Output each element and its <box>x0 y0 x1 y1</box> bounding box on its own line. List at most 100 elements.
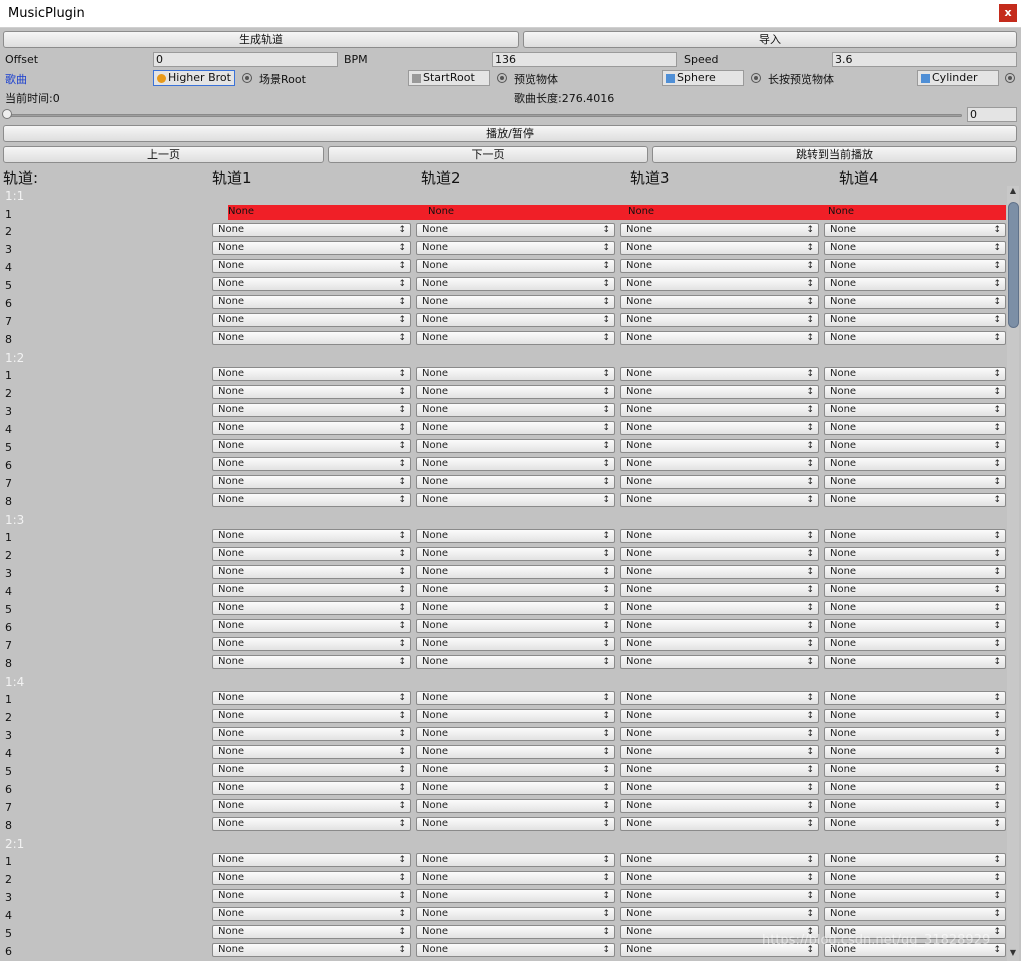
time-slider[interactable] <box>8 114 962 117</box>
track-3-dropdown[interactable]: None <box>620 853 819 867</box>
track-3-dropdown[interactable]: None <box>620 367 819 381</box>
track-4-dropdown[interactable]: None <box>824 547 1006 561</box>
track-4-dropdown[interactable]: None <box>824 277 1006 291</box>
track-4-dropdown[interactable]: None <box>824 889 1006 903</box>
track-2-dropdown[interactable]: None <box>416 367 615 381</box>
track-4-dropdown[interactable]: None <box>824 493 1006 507</box>
track-4-dropdown[interactable]: None <box>824 439 1006 453</box>
track-4-dropdown[interactable]: None <box>824 385 1006 399</box>
bpm-field[interactable]: 136 <box>492 52 677 67</box>
track-3-dropdown[interactable]: None <box>620 223 819 237</box>
track-2-dropdown[interactable]: None <box>416 925 615 939</box>
track-1-dropdown[interactable]: None <box>212 709 411 723</box>
track-2-dropdown[interactable]: None <box>416 637 615 651</box>
track-2-dropdown[interactable]: None <box>416 475 615 489</box>
track-2-dropdown[interactable]: None <box>416 385 615 399</box>
track-4-dropdown[interactable]: None <box>824 799 1006 813</box>
track-1-dropdown[interactable]: None <box>212 745 411 759</box>
track-4-dropdown[interactable]: None <box>824 583 1006 597</box>
track-2-dropdown[interactable]: None <box>416 817 615 831</box>
track-2-dropdown[interactable]: None <box>416 871 615 885</box>
track-3-dropdown[interactable]: None <box>620 781 819 795</box>
track-3-dropdown[interactable]: None <box>620 655 819 669</box>
track-2-dropdown[interactable]: None <box>416 259 615 273</box>
track-2-dropdown[interactable]: None <box>416 619 615 633</box>
track-2-dropdown[interactable]: None <box>416 295 615 309</box>
track-1-dropdown[interactable]: None <box>212 889 411 903</box>
import-button[interactable]: 导入 <box>523 31 1017 48</box>
track-1-dropdown[interactable]: None <box>212 457 411 471</box>
scrollbar-thumb[interactable] <box>1008 202 1019 328</box>
track-2-dropdown[interactable]: None <box>416 547 615 561</box>
track-4-dropdown[interactable]: None <box>824 853 1006 867</box>
track-4-dropdown[interactable]: None <box>824 781 1006 795</box>
track-1-dropdown[interactable]: None <box>212 295 411 309</box>
highlighted-cell-2[interactable]: None <box>428 206 454 217</box>
track-3-dropdown[interactable]: None <box>620 619 819 633</box>
track-4-dropdown[interactable]: None <box>824 421 1006 435</box>
track-1-dropdown[interactable]: None <box>212 943 411 957</box>
highlighted-row[interactable]: None None None None <box>228 205 1006 220</box>
long-preview-field[interactable]: Cylinder <box>917 70 999 86</box>
jump-to-playing-button[interactable]: 跳转到当前播放 <box>652 146 1017 163</box>
track-3-dropdown[interactable]: None <box>620 889 819 903</box>
track-3-dropdown[interactable]: None <box>620 385 819 399</box>
track-2-dropdown[interactable]: None <box>416 439 615 453</box>
track-4-dropdown[interactable]: None <box>824 367 1006 381</box>
track-2-dropdown[interactable]: None <box>416 403 615 417</box>
scroll-up-icon[interactable]: ▲ <box>1007 186 1019 198</box>
track-3-dropdown[interactable]: None <box>620 691 819 705</box>
track-1-dropdown[interactable]: None <box>212 277 411 291</box>
preview-object-picker-icon[interactable] <box>751 73 761 83</box>
track-4-dropdown[interactable]: None <box>824 709 1006 723</box>
track-1-dropdown[interactable]: None <box>212 421 411 435</box>
track-3-dropdown[interactable]: None <box>620 799 819 813</box>
track-1-dropdown[interactable]: None <box>212 313 411 327</box>
track-3-dropdown[interactable]: None <box>620 313 819 327</box>
generate-tracks-button[interactable]: 生成轨道 <box>3 31 519 48</box>
track-3-dropdown[interactable]: None <box>620 295 819 309</box>
track-1-dropdown[interactable]: None <box>212 601 411 615</box>
track-3-dropdown[interactable]: None <box>620 727 819 741</box>
track-1-dropdown[interactable]: None <box>212 799 411 813</box>
track-3-dropdown[interactable]: None <box>620 457 819 471</box>
highlighted-cell-1[interactable]: None <box>228 206 254 217</box>
scene-root-picker-icon[interactable] <box>497 73 507 83</box>
track-4-dropdown[interactable]: None <box>824 331 1006 345</box>
track-2-dropdown[interactable]: None <box>416 331 615 345</box>
song-object-picker-icon[interactable] <box>242 73 252 83</box>
track-2-dropdown[interactable]: None <box>416 799 615 813</box>
track-2-dropdown[interactable]: None <box>416 313 615 327</box>
track-3-dropdown[interactable]: None <box>620 871 819 885</box>
track-2-dropdown[interactable]: None <box>416 601 615 615</box>
track-4-dropdown[interactable]: None <box>824 295 1006 309</box>
track-3-dropdown[interactable]: None <box>620 403 819 417</box>
track-2-dropdown[interactable]: None <box>416 907 615 921</box>
track-2-dropdown[interactable]: None <box>416 943 615 957</box>
track-4-dropdown[interactable]: None <box>824 565 1006 579</box>
next-page-button[interactable]: 下一页 <box>328 146 648 163</box>
track-4-dropdown[interactable]: None <box>824 601 1006 615</box>
track-3-dropdown[interactable]: None <box>620 259 819 273</box>
track-3-dropdown[interactable]: None <box>620 745 819 759</box>
track-2-dropdown[interactable]: None <box>416 277 615 291</box>
track-2-dropdown[interactable]: None <box>416 421 615 435</box>
prev-page-button[interactable]: 上一页 <box>3 146 324 163</box>
preview-object-field[interactable]: Sphere <box>662 70 744 86</box>
track-1-dropdown[interactable]: None <box>212 547 411 561</box>
track-2-dropdown[interactable]: None <box>416 241 615 255</box>
close-button[interactable]: x <box>999 4 1017 22</box>
speed-field[interactable]: 3.6 <box>832 52 1017 67</box>
track-3-dropdown[interactable]: None <box>620 421 819 435</box>
track-1-dropdown[interactable]: None <box>212 403 411 417</box>
track-4-dropdown[interactable]: None <box>824 223 1006 237</box>
track-2-dropdown[interactable]: None <box>416 457 615 471</box>
track-4-dropdown[interactable]: None <box>824 727 1006 741</box>
track-1-dropdown[interactable]: None <box>212 727 411 741</box>
track-4-dropdown[interactable]: None <box>824 691 1006 705</box>
track-1-dropdown[interactable]: None <box>212 871 411 885</box>
track-1-dropdown[interactable]: None <box>212 853 411 867</box>
track-1-dropdown[interactable]: None <box>212 925 411 939</box>
track-3-dropdown[interactable]: None <box>620 241 819 255</box>
track-2-dropdown[interactable]: None <box>416 709 615 723</box>
